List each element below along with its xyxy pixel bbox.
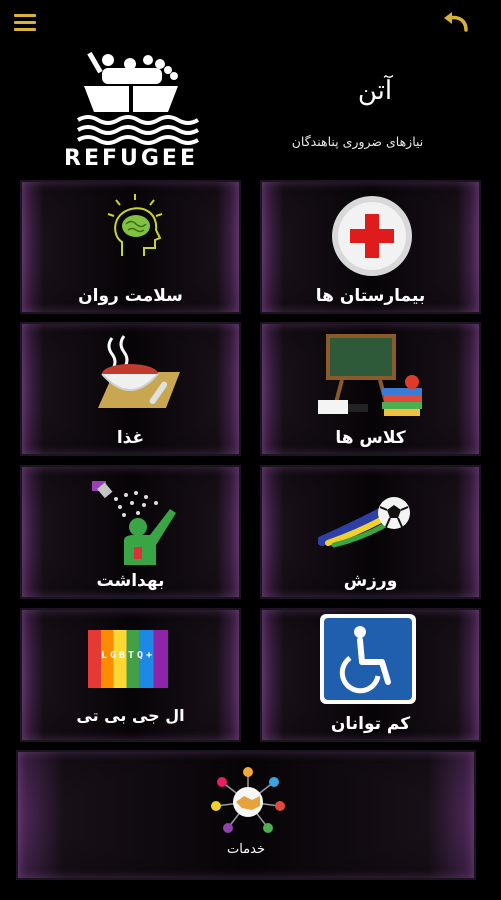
tile-label: ال جی بی تی [76, 706, 185, 725]
tile-services[interactable]: خدمات [16, 750, 476, 880]
tile-hospitals[interactable]: بیمارستان ها [260, 180, 481, 314]
refugee-logo: REFUGEE [56, 46, 206, 174]
tile-hygiene[interactable]: بهداشت [20, 465, 241, 599]
tile-label: بیمارستان ها [315, 286, 426, 306]
tile-label: کلاس ها [335, 428, 406, 448]
undo-arrow-icon[interactable] [440, 8, 474, 38]
shower-hygiene-icon [92, 481, 176, 565]
soccer-ball-icon [318, 497, 410, 548]
red-cross-icon [332, 196, 412, 276]
tile-label: کم توانان [330, 714, 411, 734]
refugee-boat-logo [76, 51, 200, 145]
tile-disabled[interactable]: کم توانان [260, 608, 481, 742]
tile-label: بهداشت [96, 571, 165, 591]
tile-mental-health[interactable]: سلامت روان [20, 180, 241, 314]
lgbtq-flag-text: LGBTQ+ [100, 650, 156, 661]
mental-health-head-icon [107, 194, 163, 256]
classroom-blackboard-icon [318, 334, 422, 416]
hamburger-menu-icon[interactable] [14, 12, 38, 34]
app-title: آتن [357, 76, 393, 106]
tile-classes[interactable]: کلاس ها [260, 322, 481, 456]
app-subtitle: نیازهای ضروری پناهندگان [291, 134, 424, 149]
logo-text: REFUGEE [64, 146, 198, 171]
tile-label: ورزش [343, 571, 398, 591]
tile-label: خدمات [226, 842, 266, 857]
services-handshake-icon [211, 767, 285, 833]
tile-sports[interactable]: ورزش [260, 465, 481, 599]
lgbtq-flag-icon: LGBTQ+ [88, 630, 168, 688]
food-bowl-icon [98, 335, 180, 408]
tile-lgbt[interactable]: LGBTQ+ ال جی بی تی [20, 608, 241, 742]
tile-label: غذا [116, 428, 145, 448]
tile-food[interactable]: غذا [20, 322, 241, 456]
top-bar [0, 0, 501, 48]
tile-label: سلامت روان [78, 286, 183, 306]
wheelchair-icon [320, 614, 416, 704]
